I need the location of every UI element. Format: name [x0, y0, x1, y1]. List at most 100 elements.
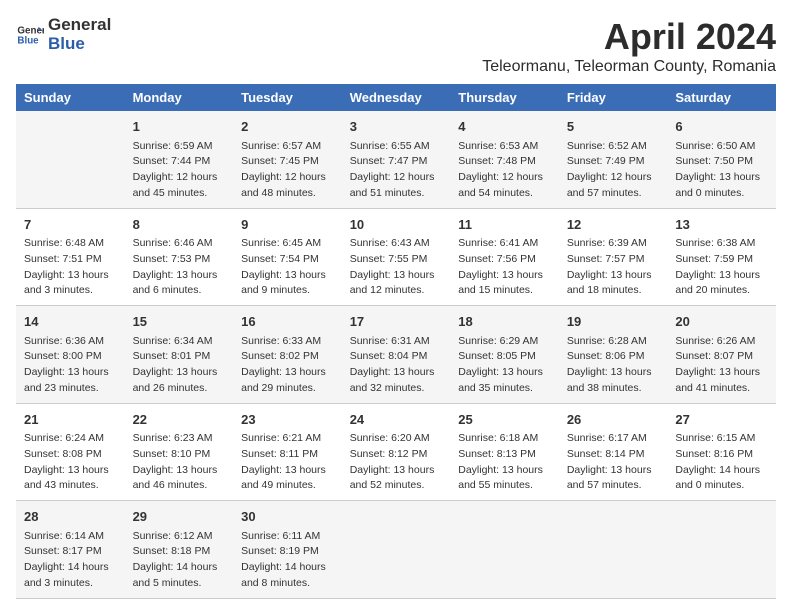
day-number: 1 [133, 117, 226, 137]
day-number: 7 [24, 215, 117, 235]
day-info: Sunrise: 6:31 AM Sunset: 8:04 PM Dayligh… [350, 334, 443, 397]
day-info: Sunrise: 6:33 AM Sunset: 8:02 PM Dayligh… [241, 334, 334, 397]
calendar-week-row: 21Sunrise: 6:24 AM Sunset: 8:08 PM Dayli… [16, 403, 776, 501]
calendar-day-cell: 9Sunrise: 6:45 AM Sunset: 7:54 PM Daylig… [233, 208, 342, 306]
day-number: 27 [675, 410, 768, 430]
day-info: Sunrise: 6:46 AM Sunset: 7:53 PM Dayligh… [133, 236, 226, 299]
day-number: 10 [350, 215, 443, 235]
logo-general-text: General [48, 16, 111, 35]
calendar-day-cell: 26Sunrise: 6:17 AM Sunset: 8:14 PM Dayli… [559, 403, 668, 501]
header: General Blue General Blue April 2024 Tel… [16, 16, 776, 76]
calendar-day-cell: 13Sunrise: 6:38 AM Sunset: 7:59 PM Dayli… [667, 208, 776, 306]
calendar-day-cell: 6Sunrise: 6:50 AM Sunset: 7:50 PM Daylig… [667, 111, 776, 208]
calendar-day-cell: 25Sunrise: 6:18 AM Sunset: 8:13 PM Dayli… [450, 403, 559, 501]
calendar-week-row: 7Sunrise: 6:48 AM Sunset: 7:51 PM Daylig… [16, 208, 776, 306]
calendar-day-cell: 8Sunrise: 6:46 AM Sunset: 7:53 PM Daylig… [125, 208, 234, 306]
day-info: Sunrise: 6:23 AM Sunset: 8:10 PM Dayligh… [133, 431, 226, 494]
day-of-week-header: Friday [559, 84, 668, 111]
calendar-day-cell [450, 501, 559, 599]
calendar-day-cell: 27Sunrise: 6:15 AM Sunset: 8:16 PM Dayli… [667, 403, 776, 501]
calendar-day-cell: 2Sunrise: 6:57 AM Sunset: 7:45 PM Daylig… [233, 111, 342, 208]
day-number: 26 [567, 410, 660, 430]
day-number: 6 [675, 117, 768, 137]
day-info: Sunrise: 6:28 AM Sunset: 8:06 PM Dayligh… [567, 334, 660, 397]
logo: General Blue General Blue [16, 16, 111, 53]
day-info: Sunrise: 6:17 AM Sunset: 8:14 PM Dayligh… [567, 431, 660, 494]
day-number: 11 [458, 215, 551, 235]
calendar-day-cell: 22Sunrise: 6:23 AM Sunset: 8:10 PM Dayli… [125, 403, 234, 501]
calendar-day-cell: 4Sunrise: 6:53 AM Sunset: 7:48 PM Daylig… [450, 111, 559, 208]
day-info: Sunrise: 6:29 AM Sunset: 8:05 PM Dayligh… [458, 334, 551, 397]
calendar-day-cell: 10Sunrise: 6:43 AM Sunset: 7:55 PM Dayli… [342, 208, 451, 306]
day-info: Sunrise: 6:52 AM Sunset: 7:49 PM Dayligh… [567, 139, 660, 202]
calendar-day-cell: 21Sunrise: 6:24 AM Sunset: 8:08 PM Dayli… [16, 403, 125, 501]
day-info: Sunrise: 6:34 AM Sunset: 8:01 PM Dayligh… [133, 334, 226, 397]
day-info: Sunrise: 6:50 AM Sunset: 7:50 PM Dayligh… [675, 139, 768, 202]
day-info: Sunrise: 6:24 AM Sunset: 8:08 PM Dayligh… [24, 431, 117, 494]
day-of-week-header: Tuesday [233, 84, 342, 111]
day-info: Sunrise: 6:18 AM Sunset: 8:13 PM Dayligh… [458, 431, 551, 494]
calendar-day-cell: 16Sunrise: 6:33 AM Sunset: 8:02 PM Dayli… [233, 306, 342, 404]
day-info: Sunrise: 6:20 AM Sunset: 8:12 PM Dayligh… [350, 431, 443, 494]
day-of-week-header: Wednesday [342, 84, 451, 111]
day-info: Sunrise: 6:39 AM Sunset: 7:57 PM Dayligh… [567, 236, 660, 299]
day-info: Sunrise: 6:38 AM Sunset: 7:59 PM Dayligh… [675, 236, 768, 299]
day-of-week-header: Sunday [16, 84, 125, 111]
calendar-day-cell: 20Sunrise: 6:26 AM Sunset: 8:07 PM Dayli… [667, 306, 776, 404]
day-number: 15 [133, 312, 226, 332]
calendar-day-cell: 24Sunrise: 6:20 AM Sunset: 8:12 PM Dayli… [342, 403, 451, 501]
day-info: Sunrise: 6:43 AM Sunset: 7:55 PM Dayligh… [350, 236, 443, 299]
calendar-day-cell: 11Sunrise: 6:41 AM Sunset: 7:56 PM Dayli… [450, 208, 559, 306]
day-of-week-header: Monday [125, 84, 234, 111]
day-info: Sunrise: 6:48 AM Sunset: 7:51 PM Dayligh… [24, 236, 117, 299]
day-number: 2 [241, 117, 334, 137]
day-number: 30 [241, 507, 334, 527]
day-info: Sunrise: 6:26 AM Sunset: 8:07 PM Dayligh… [675, 334, 768, 397]
day-info: Sunrise: 6:14 AM Sunset: 8:17 PM Dayligh… [24, 529, 117, 592]
calendar-subtitle: Teleormanu, Teleorman County, Romania [482, 58, 776, 76]
calendar-day-cell [667, 501, 776, 599]
day-number: 9 [241, 215, 334, 235]
day-number: 29 [133, 507, 226, 527]
day-number: 8 [133, 215, 226, 235]
day-info: Sunrise: 6:21 AM Sunset: 8:11 PM Dayligh… [241, 431, 334, 494]
day-number: 17 [350, 312, 443, 332]
day-info: Sunrise: 6:36 AM Sunset: 8:00 PM Dayligh… [24, 334, 117, 397]
day-number: 3 [350, 117, 443, 137]
calendar-week-row: 14Sunrise: 6:36 AM Sunset: 8:00 PM Dayli… [16, 306, 776, 404]
day-number: 19 [567, 312, 660, 332]
svg-text:Blue: Blue [17, 35, 39, 46]
day-number: 20 [675, 312, 768, 332]
calendar-day-cell: 17Sunrise: 6:31 AM Sunset: 8:04 PM Dayli… [342, 306, 451, 404]
day-number: 28 [24, 507, 117, 527]
calendar-day-cell: 14Sunrise: 6:36 AM Sunset: 8:00 PM Dayli… [16, 306, 125, 404]
calendar-day-cell [16, 111, 125, 208]
day-info: Sunrise: 6:41 AM Sunset: 7:56 PM Dayligh… [458, 236, 551, 299]
day-number: 25 [458, 410, 551, 430]
calendar-table: SundayMondayTuesdayWednesdayThursdayFrid… [16, 84, 776, 599]
calendar-day-cell: 29Sunrise: 6:12 AM Sunset: 8:18 PM Dayli… [125, 501, 234, 599]
day-number: 18 [458, 312, 551, 332]
calendar-day-cell: 1Sunrise: 6:59 AM Sunset: 7:44 PM Daylig… [125, 111, 234, 208]
calendar-day-cell: 3Sunrise: 6:55 AM Sunset: 7:47 PM Daylig… [342, 111, 451, 208]
title-section: April 2024 Teleormanu, Teleorman County,… [482, 16, 776, 76]
day-info: Sunrise: 6:15 AM Sunset: 8:16 PM Dayligh… [675, 431, 768, 494]
calendar-day-cell: 30Sunrise: 6:11 AM Sunset: 8:19 PM Dayli… [233, 501, 342, 599]
day-number: 13 [675, 215, 768, 235]
days-of-week-row: SundayMondayTuesdayWednesdayThursdayFrid… [16, 84, 776, 111]
calendar-header: SundayMondayTuesdayWednesdayThursdayFrid… [16, 84, 776, 111]
day-number: 14 [24, 312, 117, 332]
day-info: Sunrise: 6:11 AM Sunset: 8:19 PM Dayligh… [241, 529, 334, 592]
day-info: Sunrise: 6:45 AM Sunset: 7:54 PM Dayligh… [241, 236, 334, 299]
calendar-day-cell: 23Sunrise: 6:21 AM Sunset: 8:11 PM Dayli… [233, 403, 342, 501]
calendar-day-cell: 12Sunrise: 6:39 AM Sunset: 7:57 PM Dayli… [559, 208, 668, 306]
calendar-day-cell: 15Sunrise: 6:34 AM Sunset: 8:01 PM Dayli… [125, 306, 234, 404]
calendar-title: April 2024 [482, 16, 776, 58]
day-number: 16 [241, 312, 334, 332]
calendar-day-cell: 5Sunrise: 6:52 AM Sunset: 7:49 PM Daylig… [559, 111, 668, 208]
calendar-day-cell: 19Sunrise: 6:28 AM Sunset: 8:06 PM Dayli… [559, 306, 668, 404]
day-info: Sunrise: 6:53 AM Sunset: 7:48 PM Dayligh… [458, 139, 551, 202]
calendar-day-cell: 18Sunrise: 6:29 AM Sunset: 8:05 PM Dayli… [450, 306, 559, 404]
day-info: Sunrise: 6:57 AM Sunset: 7:45 PM Dayligh… [241, 139, 334, 202]
calendar-body: 1Sunrise: 6:59 AM Sunset: 7:44 PM Daylig… [16, 111, 776, 598]
